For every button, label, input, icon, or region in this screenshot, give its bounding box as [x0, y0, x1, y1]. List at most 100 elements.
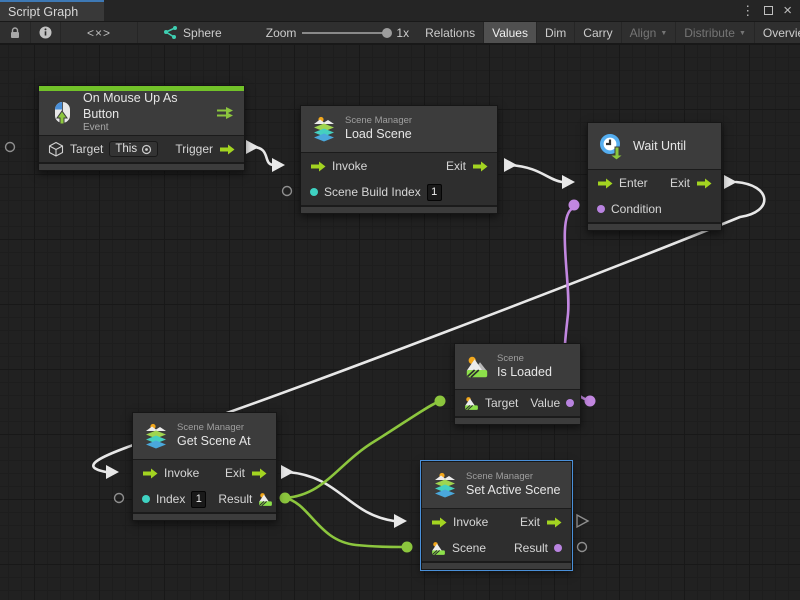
- target-label: Target: [485, 396, 518, 410]
- row-target-trigger: Target This Trigger: [39, 136, 244, 162]
- zoom-value: 1x: [396, 26, 409, 40]
- port-isloaded-target-wire-end[interactable]: [435, 396, 446, 407]
- node-header: Scene Manager Set Active Scene: [422, 462, 571, 508]
- graph-owner[interactable]: Sphere: [138, 22, 230, 43]
- port-getsceneat-invoke-wire-end[interactable]: [106, 465, 119, 479]
- node-get-scene-at[interactable]: Scene Manager Get Scene At Invoke Exit I…: [132, 412, 277, 521]
- invoke-label: Invoke: [453, 515, 488, 529]
- port-getsceneat-result[interactable]: [280, 493, 291, 504]
- port-waituntil-condition-wire-end[interactable]: [569, 200, 580, 211]
- port-getsceneat-exit-wire-start[interactable]: [281, 465, 294, 479]
- row-scene-result: Scene Result: [422, 535, 571, 561]
- flow-arrow-icon[interactable]: [142, 468, 158, 479]
- node-set-active-scene[interactable]: Scene Manager Set Active Scene Invoke Ex…: [421, 461, 572, 570]
- row-enter-exit: Enter Exit: [588, 170, 721, 196]
- node-header: Wait Until: [588, 123, 721, 169]
- port-index-empty[interactable]: [115, 494, 124, 503]
- scene-build-index-label: Scene Build Index: [324, 185, 421, 199]
- flow-arrow-icon[interactable]: [219, 144, 235, 155]
- tab-script-graph[interactable]: Script Graph: [0, 0, 104, 21]
- node-footer: [301, 205, 497, 213]
- flow-arrow-icon[interactable]: [546, 517, 562, 528]
- node-wait-until[interactable]: Wait Until Enter Exit Condition: [587, 122, 722, 231]
- mouse-up-icon: [49, 100, 75, 126]
- toolbar-button-carry[interactable]: Carry: [575, 22, 621, 43]
- enter-label: Enter: [619, 176, 648, 190]
- lock-button[interactable]: [0, 22, 31, 43]
- node-title: Wait Until: [633, 139, 686, 153]
- exit-label: Exit: [225, 466, 245, 480]
- wire-trigger-to-loadscene[interactable]: [252, 147, 274, 165]
- code-view-button[interactable]: <×>: [61, 22, 138, 43]
- toolbar-button-relations[interactable]: Relations: [417, 22, 484, 43]
- flow-arrow-icon[interactable]: [251, 468, 267, 479]
- exit-label: Exit: [670, 176, 690, 190]
- gameobject-cube-icon: [48, 141, 64, 157]
- toolbar-button-align[interactable]: Align▼: [622, 22, 677, 43]
- flow-arrow-icon[interactable]: [431, 517, 447, 528]
- zoom-slider-handle[interactable]: [382, 28, 392, 38]
- wire-result-to-isloaded[interactable]: [285, 402, 438, 498]
- port-setactive-invoke-wire-end[interactable]: [394, 514, 407, 528]
- port-waituntil-exit-wire-start[interactable]: [724, 175, 737, 189]
- port-setactive-scene-wire-end[interactable]: [402, 542, 413, 553]
- node-on-mouse-up-as-button[interactable]: On Mouse Up As Button Event Targe: [38, 85, 245, 171]
- port-waituntil-enter-wire-end[interactable]: [562, 175, 575, 189]
- wire-loadscene-to-waituntil[interactable]: [510, 165, 562, 182]
- scene-build-index-input[interactable]: 1: [427, 184, 442, 201]
- scene-manager-icon: [432, 472, 458, 498]
- node-footer: [588, 222, 721, 230]
- toolbar-button-distribute[interactable]: Distribute▼: [676, 22, 755, 43]
- wire-result-to-scene-input[interactable]: [285, 498, 403, 547]
- coroutine-double-arrow-icon: [216, 106, 234, 121]
- wire-getsceneat-to-setactive[interactable]: [287, 472, 394, 521]
- port-invoke-wire-end[interactable]: [272, 158, 285, 172]
- node-load-scene[interactable]: Scene Manager Load Scene Invoke Exit Sce…: [300, 105, 498, 214]
- int-port-icon[interactable]: [142, 495, 150, 503]
- port-onmouseup-target-empty[interactable]: [6, 143, 15, 152]
- target-this-chip[interactable]: This: [109, 141, 158, 157]
- flow-arrow-icon[interactable]: [310, 161, 326, 172]
- port-loadscene-exit-wire-start[interactable]: [504, 158, 517, 172]
- port-setactive-exit-empty[interactable]: [577, 515, 588, 527]
- flow-arrow-icon[interactable]: [472, 161, 488, 172]
- index-input[interactable]: 1: [191, 491, 206, 508]
- row-invoke-exit: Invoke Exit: [301, 153, 497, 179]
- flow-arrow-icon[interactable]: [696, 178, 712, 189]
- row-target-value: Target Value: [455, 390, 580, 416]
- lock-icon: [8, 26, 22, 40]
- bool-port-icon[interactable]: [566, 399, 574, 407]
- exit-label: Exit: [520, 515, 540, 529]
- scene-type-icon[interactable]: [464, 396, 479, 411]
- zoom-slider[interactable]: [302, 32, 390, 34]
- index-label: Index: [156, 492, 185, 506]
- port-scenebuildindex-empty[interactable]: [283, 187, 292, 196]
- info-button[interactable]: [31, 22, 61, 43]
- flow-arrow-icon[interactable]: [597, 178, 613, 189]
- row-invoke-exit: Invoke Exit: [133, 460, 276, 486]
- wait-clock-icon: [598, 133, 625, 160]
- int-port-icon[interactable]: [310, 188, 318, 196]
- port-trigger-wire-start[interactable]: [246, 140, 259, 154]
- port-isloaded-value-wire-start[interactable]: [585, 396, 596, 407]
- scene-type-icon[interactable]: [258, 492, 273, 507]
- node-is-loaded[interactable]: Scene Is Loaded Target Value: [454, 343, 581, 425]
- close-icon[interactable]: ×: [783, 3, 792, 18]
- maximize-icon[interactable]: [764, 6, 773, 15]
- node-footer: [133, 512, 276, 520]
- toolbar-button-dim[interactable]: Dim: [537, 22, 575, 43]
- scene-type-icon[interactable]: [431, 541, 446, 556]
- toolbar-button-overview[interactable]: Overview: [755, 22, 800, 43]
- value-label: Value: [530, 396, 560, 410]
- port-setactive-result-empty[interactable]: [578, 543, 587, 552]
- graph-canvas[interactable]: On Mouse Up As Button Event Targe: [0, 44, 800, 600]
- window-menu-icon[interactable]: ⋮: [741, 4, 754, 17]
- node-footer: [455, 416, 580, 424]
- row-condition: Condition: [588, 196, 721, 222]
- bool-port-icon[interactable]: [597, 205, 605, 213]
- toolbar-button-values[interactable]: Values: [484, 22, 537, 43]
- node-header: Scene Manager Get Scene At: [133, 413, 276, 459]
- node-header: On Mouse Up As Button Event: [39, 91, 244, 135]
- row-invoke-exit: Invoke Exit: [422, 509, 571, 535]
- scene-result-port-icon[interactable]: [554, 544, 562, 552]
